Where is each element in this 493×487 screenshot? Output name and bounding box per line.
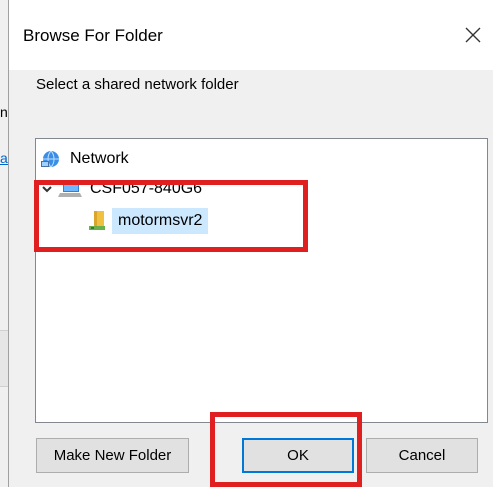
tree-item-label: Network: [70, 150, 129, 167]
tree-item-label: motormsvr2: [112, 208, 209, 234]
close-button[interactable]: [458, 20, 488, 50]
shared-folder-icon: [88, 210, 108, 232]
ok-button[interactable]: OK: [242, 438, 354, 473]
tree-item-label: CSF057-840G6: [90, 180, 203, 197]
cancel-button[interactable]: Cancel: [366, 438, 478, 473]
folder-tree[interactable]: Network CSF057-840G6 motormsvr2: [35, 138, 488, 423]
browse-for-folder-dialog: Browse For Folder Select a shared networ…: [8, 0, 493, 487]
title-bar: Browse For Folder: [9, 0, 493, 70]
computer-icon: [58, 180, 82, 198]
chevron-down-icon[interactable]: [40, 182, 54, 196]
network-icon: [40, 149, 62, 169]
make-new-folder-button[interactable]: Make New Folder: [36, 438, 189, 473]
tree-item-network[interactable]: Network: [40, 147, 133, 171]
dialog-prompt: Select a shared network folder: [36, 76, 239, 93]
tree-item-shared-folder[interactable]: motormsvr2: [88, 208, 209, 234]
dialog-title: Browse For Folder: [23, 26, 163, 45]
tree-item-computer[interactable]: CSF057-840G6: [40, 177, 206, 201]
close-icon: [465, 27, 481, 43]
